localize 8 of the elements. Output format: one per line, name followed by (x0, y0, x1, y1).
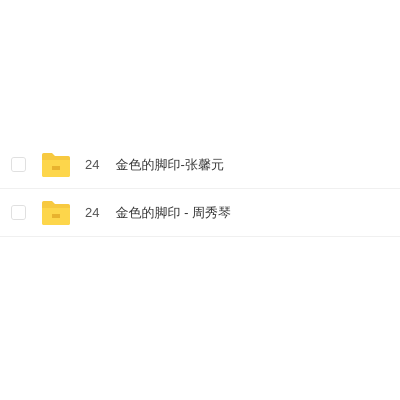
file-number: 24 (85, 156, 100, 174)
folder-icon (41, 152, 71, 178)
checkbox[interactable] (11, 205, 26, 220)
file-number: 24 (85, 204, 100, 222)
file-name[interactable]: 金色的脚印-张馨元 (115, 154, 224, 174)
folder-icon (41, 200, 71, 226)
checkbox[interactable] (11, 157, 26, 172)
file-name[interactable]: 金色的脚印 - 周秀琴 (115, 202, 232, 222)
